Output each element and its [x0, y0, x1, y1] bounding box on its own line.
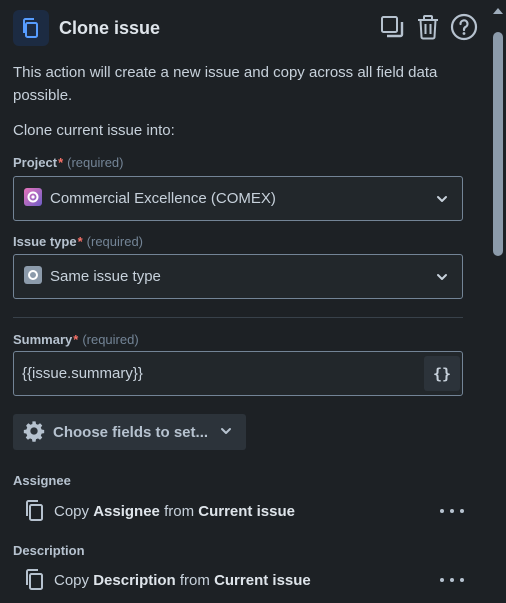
project-avatar-icon — [24, 188, 42, 209]
scrollbar-thumb[interactable] — [493, 32, 503, 256]
issue-type-label: Issue type* (required) — [13, 234, 143, 249]
chevron-down-icon — [436, 192, 448, 208]
panel-header: Clone issue — [13, 10, 478, 46]
copy-description: Copy Assignee from Current issue — [54, 503, 295, 520]
summary-input[interactable]: {{issue.summary}} {} — [13, 351, 463, 396]
action-description: This action will create a new issue and … — [13, 64, 438, 104]
required-text: (required) — [67, 155, 124, 170]
issue-type-select[interactable]: Same issue type — [13, 254, 463, 299]
clone-into-label: Clone current issue into: — [13, 122, 175, 139]
smart-value-button[interactable]: {} — [424, 356, 460, 391]
copy-description: Copy Description from Current issue — [54, 572, 311, 589]
source-name: Current issue — [214, 571, 311, 589]
duplicate-icon[interactable] — [378, 12, 406, 42]
panel-title: Clone issue — [59, 17, 161, 38]
field-name: Description — [93, 571, 176, 589]
summary-label: Summary* (required) — [13, 332, 139, 347]
copy-word: Copy — [54, 502, 90, 520]
field-copy-row[interactable]: Copy Assignee from Current issue — [24, 497, 464, 525]
issue-type-value: Same issue type — [50, 268, 161, 285]
source-name: Current issue — [198, 502, 295, 520]
project-select[interactable]: Commercial Excellence (COMEX) — [13, 176, 463, 221]
divider — [13, 317, 463, 318]
gear-icon — [23, 420, 45, 445]
from-word: from — [179, 571, 210, 589]
chevron-down-icon — [220, 424, 232, 440]
clone-icon — [13, 10, 49, 46]
summary-label-text: Summary — [13, 332, 73, 347]
field-copy-row[interactable]: Copy Description from Current issue — [24, 566, 464, 594]
scroll-up-arrow-icon[interactable] — [493, 8, 503, 14]
required-text: (required) — [82, 332, 139, 347]
field-name: Assignee — [93, 502, 160, 520]
header-actions — [378, 12, 478, 42]
issue-type-label-text: Issue type — [13, 234, 77, 249]
chevron-down-icon — [436, 270, 448, 286]
copy-icon — [24, 568, 46, 593]
summary-value: {{issue.summary}} — [22, 365, 143, 382]
copy-icon — [24, 499, 46, 524]
choose-fields-button[interactable]: Choose fields to set... — [13, 414, 246, 450]
assignee-section-label: Assignee — [13, 473, 71, 488]
help-icon[interactable] — [450, 12, 478, 42]
issue-type-icon — [24, 266, 42, 287]
copy-word: Copy — [54, 571, 90, 589]
more-options-icon[interactable] — [440, 570, 464, 590]
required-text: (required) — [86, 234, 144, 249]
required-mark: * — [58, 155, 64, 170]
project-value: Commercial Excellence (COMEX) — [50, 190, 276, 207]
required-mark: * — [73, 332, 79, 347]
more-options-icon[interactable] — [440, 501, 464, 521]
from-word: from — [164, 502, 195, 520]
project-label: Project* (required) — [13, 155, 124, 170]
project-label-text: Project — [13, 155, 58, 170]
description-section-label: Description — [13, 543, 85, 558]
choose-fields-label: Choose fields to set... — [53, 423, 209, 441]
trash-icon[interactable] — [414, 12, 442, 42]
required-mark: * — [77, 234, 83, 249]
clone-issue-panel: Clone issue This action will create a ne… — [0, 0, 490, 603]
